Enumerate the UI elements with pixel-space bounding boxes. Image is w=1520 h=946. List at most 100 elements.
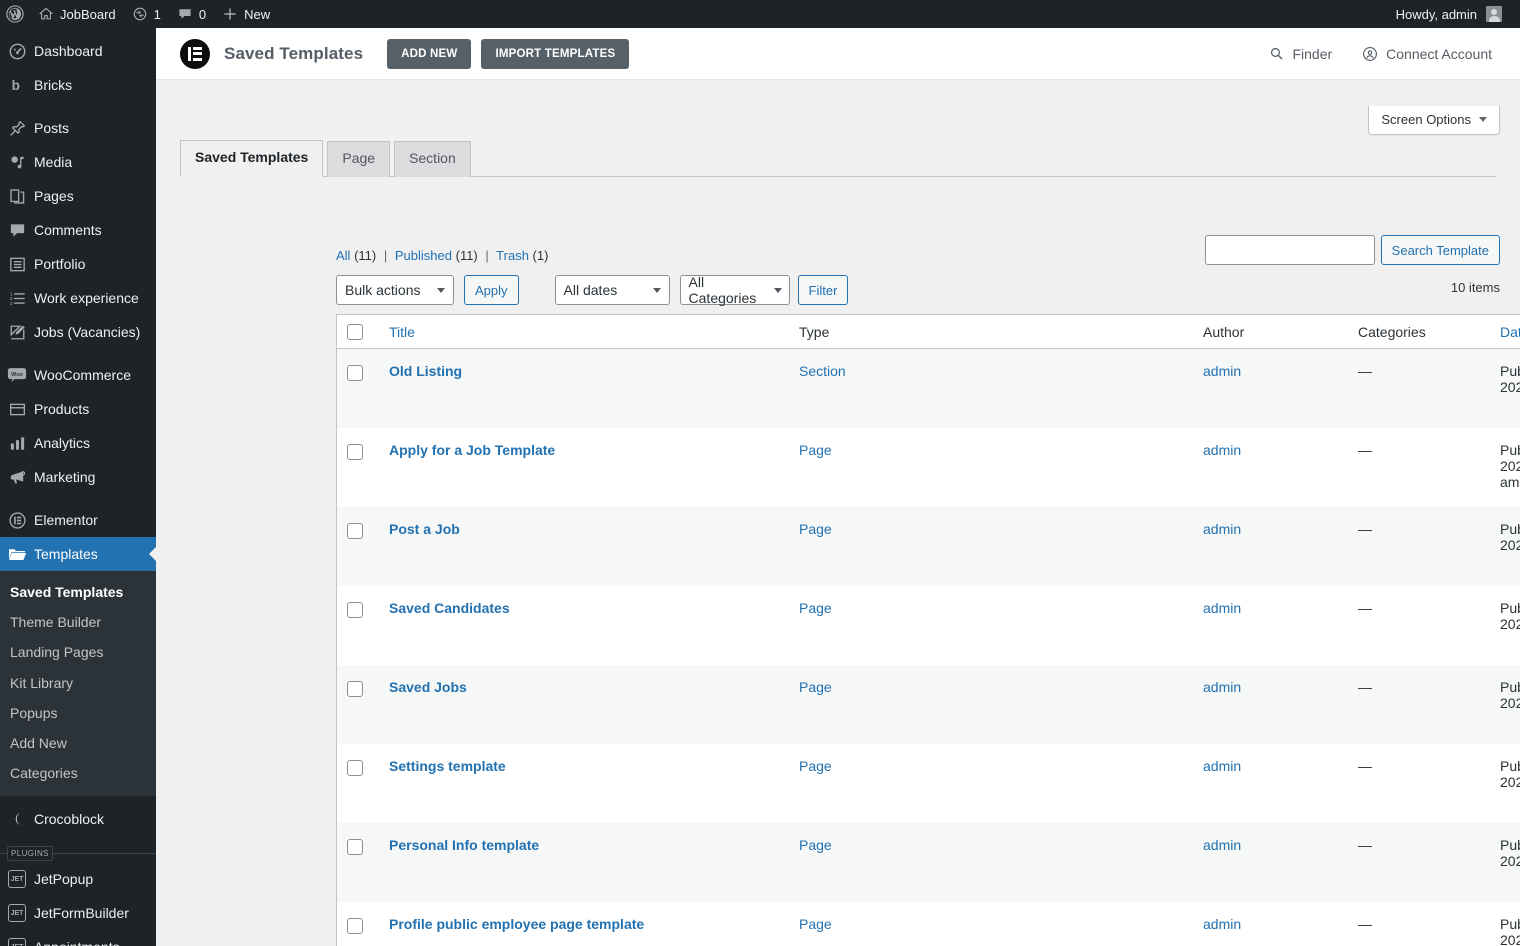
row-checkbox[interactable] — [347, 522, 363, 539]
template-author-link[interactable]: admin — [1203, 679, 1241, 695]
template-type-link[interactable]: Page — [799, 679, 832, 695]
tab-page[interactable]: Page — [327, 141, 391, 177]
sidebar-item-label: Bricks — [34, 77, 73, 93]
apply-button[interactable]: Apply — [464, 275, 519, 305]
submenu-item-theme-builder[interactable]: Theme Builder — [0, 607, 156, 637]
sidebar-item-posts[interactable]: Posts — [0, 111, 156, 145]
template-title-link[interactable]: Profile public employee page template — [389, 916, 644, 932]
wordpress-logo-button[interactable] — [0, 0, 30, 28]
row-title-cell: Post a Job — [379, 506, 789, 586]
template-title-link[interactable]: Post a Job — [389, 521, 460, 537]
sidebar-item-analytics[interactable]: Analytics — [0, 426, 156, 460]
row-title-cell: Old Listing — [379, 348, 789, 428]
submenu-item-landing-pages[interactable]: Landing Pages — [0, 637, 156, 667]
jet-badge-icon: JET — [0, 904, 34, 923]
updates-menu[interactable]: 1 — [124, 0, 169, 28]
sort-by-title-link[interactable]: Title — [389, 324, 415, 340]
row-checkbox[interactable] — [347, 759, 363, 776]
template-type-link[interactable]: Page — [799, 442, 832, 458]
template-title-link[interactable]: Old Listing — [389, 363, 462, 379]
add-new-button[interactable]: ADD NEW — [387, 38, 472, 69]
template-type-link[interactable]: Page — [799, 600, 832, 616]
template-title-link[interactable]: Saved Candidates — [389, 600, 510, 616]
row-checkbox[interactable] — [347, 365, 363, 381]
table-row: Post a Job Page admin — Published 2022/0… — [337, 506, 1520, 586]
screen-options-button[interactable]: Screen Options — [1368, 106, 1500, 135]
template-title-link[interactable]: Settings template — [389, 758, 506, 774]
template-title-link[interactable]: Apply for a Job Template — [389, 442, 555, 458]
select-all-checkbox[interactable] — [347, 324, 363, 340]
finder-button[interactable]: Finder — [1269, 46, 1332, 62]
sidebar-item-pages[interactable]: Pages — [0, 179, 156, 213]
sidebar-item-woocommerce[interactable]: Woo WooCommerce — [0, 358, 156, 392]
tab-saved-templates[interactable]: Saved Templates — [180, 140, 324, 177]
sidebar-item-jetformbuilder[interactable]: JET JetFormBuilder — [0, 896, 156, 930]
sidebar-item-jobs-vacancies[interactable]: Jobs (Vacancies) — [0, 315, 156, 349]
submenu-item-add-new[interactable]: Add New — [0, 728, 156, 758]
import-templates-button[interactable]: IMPORT TEMPLATES — [481, 38, 630, 69]
howdy-label: Howdy, admin — [1395, 6, 1477, 22]
template-type-link[interactable]: Page — [799, 837, 832, 853]
sidebar-item-comments[interactable]: Comments — [0, 213, 156, 247]
template-author-link[interactable]: admin — [1203, 363, 1241, 379]
submenu-item-popups[interactable]: Popups — [0, 698, 156, 728]
row-checkbox[interactable] — [347, 443, 363, 460]
sidebar-item-bricks[interactable]: b Bricks — [0, 68, 156, 102]
template-type-link[interactable]: Page — [799, 521, 832, 537]
sidebar-item-work-experience[interactable]: 123 Work experience — [0, 281, 156, 315]
submenu-item-kit-library[interactable]: Kit Library — [0, 668, 156, 698]
new-content-menu[interactable]: New — [214, 0, 278, 28]
categories-filter-select[interactable]: All Categories — [679, 274, 790, 306]
sidebar-item-portfolio[interactable]: Portfolio — [0, 247, 156, 281]
sidebar-item-jetpopup[interactable]: JET JetPopup — [0, 862, 156, 896]
howdy-user-menu[interactable]: Howdy, admin — [1388, 0, 1510, 28]
template-type-link[interactable]: Page — [799, 758, 832, 774]
sidebar-item-templates[interactable]: Templates — [0, 537, 156, 571]
sidebar-item-crocoblock[interactable]: Crocoblock — [0, 802, 156, 836]
status-link-published[interactable]: Published — [395, 248, 452, 263]
sidebar-item-media[interactable]: Media — [0, 145, 156, 179]
bulk-actions-select[interactable]: Bulk actions — [336, 275, 454, 305]
row-checkbox-cell — [337, 744, 379, 823]
dates-filter-label: All dates — [563, 282, 618, 298]
submenu-item-saved-templates[interactable]: Saved Templates — [0, 577, 156, 607]
sort-by-date-link[interactable]: Date — [1500, 324, 1520, 340]
row-author-cell: admin — [1193, 822, 1348, 902]
template-author-link[interactable]: admin — [1203, 837, 1241, 853]
status-link-all[interactable]: All — [336, 248, 350, 263]
row-checkbox-cell — [337, 822, 379, 902]
filter-button[interactable]: Filter — [797, 275, 849, 305]
template-author-link[interactable]: admin — [1203, 758, 1241, 774]
dates-filter-select[interactable]: All dates — [554, 275, 670, 305]
row-date-status: Published — [1500, 599, 1520, 616]
submenu-item-categories[interactable]: Categories — [0, 758, 156, 788]
search-input[interactable] — [1204, 235, 1375, 265]
connect-account-button[interactable]: Connect Account — [1362, 46, 1492, 62]
row-title-cell: Personal Info template — [379, 822, 789, 902]
status-link-trash[interactable]: Trash — [496, 248, 529, 263]
sidebar-item-marketing[interactable]: Marketing — [0, 460, 156, 494]
row-checkbox[interactable] — [347, 917, 363, 934]
sidebar-item-products[interactable]: Products — [0, 392, 156, 426]
row-checkbox[interactable] — [347, 601, 363, 618]
template-author-link[interactable]: admin — [1203, 600, 1241, 616]
template-type-link[interactable]: Page — [799, 916, 832, 932]
sidebar-item-elementor[interactable]: Elementor — [0, 503, 156, 537]
row-checkbox[interactable] — [347, 680, 363, 697]
tab-section[interactable]: Section — [394, 141, 471, 177]
row-checkbox[interactable] — [347, 838, 363, 855]
row-date-value: 2021/06/18 at 11:34 am — [1500, 852, 1520, 869]
row-categories-cell: — — [1358, 757, 1372, 774]
site-name-menu[interactable]: JobBoard — [30, 0, 124, 28]
template-title-link[interactable]: Personal Info template — [389, 837, 539, 853]
template-author-link[interactable]: admin — [1203, 442, 1241, 458]
template-author-link[interactable]: admin — [1203, 916, 1241, 932]
search-template-button[interactable]: Search Template — [1380, 235, 1500, 265]
admin-bar: JobBoard 1 0 New Howdy, admin — [0, 0, 1520, 28]
template-title-link[interactable]: Saved Jobs — [389, 679, 467, 695]
sidebar-item-dashboard[interactable]: Dashboard — [0, 34, 156, 68]
comments-menu[interactable]: 0 — [169, 0, 214, 28]
template-author-link[interactable]: admin — [1203, 521, 1241, 537]
sidebar-item-appointments[interactable]: JET Appointments — [0, 930, 156, 946]
template-type-link[interactable]: Section — [799, 363, 846, 379]
